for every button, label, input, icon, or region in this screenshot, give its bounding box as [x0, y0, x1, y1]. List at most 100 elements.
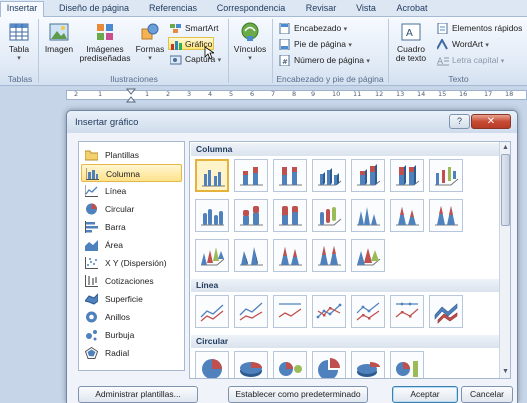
textbox-button[interactable]: A Cuadro de texto	[390, 19, 432, 63]
line-icon	[200, 304, 224, 322]
indent-marker-icon[interactable]	[126, 88, 136, 103]
chart-thumb-clustered-cylinder[interactable]	[195, 199, 229, 232]
chart-thumb-stacked-pyramid[interactable]	[273, 239, 307, 272]
tab-insertar[interactable]: Insertar	[0, 1, 44, 18]
chart-thumb-line-markers[interactable]	[312, 295, 346, 328]
chart-thumb-stacked-column[interactable]	[234, 159, 268, 192]
category-dispersion[interactable]: X Y (Dispersión)	[81, 254, 182, 272]
tab-referencias[interactable]: Referencias	[143, 2, 203, 17]
chart-thumb-100-stacked-cone[interactable]	[429, 199, 463, 232]
chart-thumb-3d-100-stacked-column[interactable]	[390, 159, 424, 192]
chevron-down-icon: ▾	[217, 57, 222, 64]
pie-of-pie-icon	[279, 362, 302, 376]
dialog-titlebar[interactable]: Insertar gráfico ? ✕	[67, 111, 517, 133]
close-button[interactable]: ✕	[471, 114, 511, 129]
chart-thumb-100-stacked-column[interactable]	[273, 159, 307, 192]
scroll-up-icon[interactable]: ▲	[501, 143, 510, 152]
chart-thumb-clustered-column[interactable]	[195, 159, 229, 192]
header-button[interactable]: Encabezado ▾	[279, 22, 347, 35]
links-button[interactable]: Vínculos ▾	[230, 19, 270, 63]
chart-thumb-stacked-line-markers[interactable]	[351, 295, 385, 328]
shapes-button[interactable]: Formas ▾	[134, 19, 166, 63]
chevron-down-icon: ▾	[485, 42, 489, 49]
table-button[interactable]: Tabla ▾	[2, 19, 36, 63]
category-barra[interactable]: Barra	[81, 218, 182, 236]
chart-thumb-clustered-cone[interactable]	[351, 199, 385, 232]
category-cotizaciones[interactable]: Cotizaciones	[81, 272, 182, 290]
category-circular[interactable]: Circular	[81, 200, 182, 218]
chart-thumb-exploded-pie[interactable]	[312, 351, 346, 378]
category-anillos[interactable]: Anillos	[81, 308, 182, 326]
chart-thumb-bar-of-pie[interactable]	[390, 351, 424, 378]
ruler-number: 9	[311, 90, 316, 98]
category-linea[interactable]: Línea	[81, 182, 182, 200]
help-button[interactable]: ?	[449, 114, 470, 129]
chart-thumb-100-stacked-pyramid[interactable]	[312, 239, 346, 272]
tab-vista[interactable]: Vista	[350, 2, 382, 17]
group-label-texto: Texto	[448, 74, 469, 84]
manage-templates-button[interactable]: Administrar plantillas...	[78, 386, 198, 403]
tab-correspondencia[interactable]: Correspondencia	[211, 2, 291, 17]
chart-thumb-3d-cylinder[interactable]	[312, 199, 346, 232]
chart-thumb-pie-of-pie[interactable]	[273, 351, 307, 378]
chart-thumb-stacked-line[interactable]	[234, 295, 268, 328]
picture-button[interactable]: Imagen	[42, 19, 76, 54]
chevron-down-icon: ▾	[148, 55, 152, 62]
screenshot-button[interactable]: Captura ▾	[170, 53, 221, 66]
chart-thumb-clustered-pyramid[interactable]	[234, 239, 268, 272]
chart-thumb-3d-exploded-pie[interactable]	[351, 351, 385, 378]
stacked-cone-icon	[396, 207, 419, 226]
chart-thumb-3d-cone[interactable]	[195, 239, 229, 272]
chart-thumb-3d-stacked-column[interactable]	[351, 159, 385, 192]
footer-button[interactable]: Pie de página ▾	[279, 38, 352, 51]
chart-thumb-100-stacked-line-markers[interactable]	[390, 295, 424, 328]
screenshot-label: Captura	[185, 54, 216, 64]
chart-thumb-100-stacked-cylinder[interactable]	[273, 199, 307, 232]
set-as-default-button[interactable]: Establecer como predeterminado	[228, 386, 368, 403]
category-radial[interactable]: Radial	[81, 344, 182, 362]
tab-revisar[interactable]: Revisar	[300, 2, 342, 17]
chart-thumb-stacked-cone[interactable]	[390, 199, 424, 232]
category-area[interactable]: Área	[81, 236, 182, 254]
quick-parts-button[interactable]: Elementos rápidos	[437, 22, 522, 35]
ruler-number: 5	[229, 90, 234, 98]
svg-text:A: A	[406, 28, 413, 39]
scatter-chart-icon	[85, 257, 98, 269]
bar-chart-icon	[85, 221, 98, 233]
surface-chart-icon	[85, 293, 98, 305]
chart-thumb-stacked-cylinder[interactable]	[234, 199, 268, 232]
ruler-number: 18	[505, 90, 514, 98]
wordart-label: WordArt	[452, 39, 484, 49]
chevron-down-icon: ▾	[348, 42, 352, 49]
category-plantillas[interactable]: Plantillas	[81, 146, 182, 164]
tab-diseno-pagina[interactable]: Diseño de página	[52, 2, 136, 17]
chart-thumb-pie[interactable]	[195, 351, 229, 378]
chart-thumb-3d-pyramid[interactable]	[351, 239, 385, 272]
horizontal-ruler[interactable]: 2 1 1 2 3 4 5 6 7 8 9 10 11 12 13 14 15 …	[0, 87, 527, 103]
stacked-cylinder-icon	[240, 206, 263, 226]
scroll-thumb[interactable]	[501, 154, 510, 226]
chart-thumb-line[interactable]	[195, 295, 229, 328]
ruler-number: 1	[98, 90, 103, 98]
category-label: Cotizaciones	[105, 276, 154, 286]
chart-thumb-3d-column[interactable]	[429, 159, 463, 192]
tab-acrobat[interactable]: Acrobat	[392, 2, 432, 17]
category-label: Plantillas	[105, 150, 140, 160]
page-number-button[interactable]: # Número de página ▾	[279, 54, 370, 67]
category-burbuja[interactable]: Burbuja	[81, 326, 182, 344]
chart-thumb-3d-clustered-column[interactable]	[312, 159, 346, 192]
clipart-button[interactable]: Imágenes prediseñadas	[78, 19, 132, 63]
cancel-button[interactable]: Cancelar	[461, 386, 513, 403]
smartart-button[interactable]: SmartArt	[170, 22, 219, 35]
chart-thumb-100-stacked-line[interactable]	[273, 295, 307, 328]
ok-button[interactable]: Aceptar	[392, 386, 458, 403]
chart-thumb-3d-pie[interactable]	[234, 351, 268, 378]
gallery-scrollbar[interactable]: ▲ ▼	[499, 142, 510, 378]
stock-chart-icon	[85, 275, 98, 287]
wordart-button[interactable]: WordArt ▾	[437, 38, 489, 51]
category-columna[interactable]: Columna	[81, 164, 182, 182]
drop-cap-button[interactable]: A Letra capital ▾	[437, 54, 504, 67]
category-superficie[interactable]: Superficie	[81, 290, 182, 308]
chart-thumb-3d-line[interactable]	[429, 295, 463, 328]
scroll-down-icon[interactable]: ▼	[501, 367, 510, 376]
